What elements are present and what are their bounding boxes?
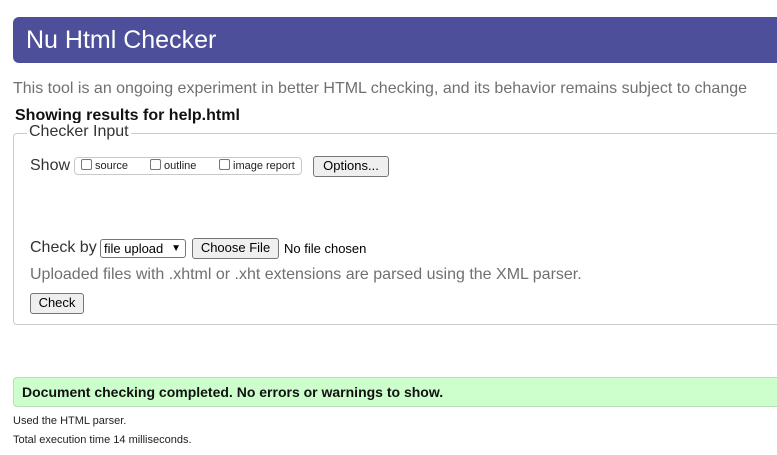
show-image-report-option[interactable]: image report bbox=[219, 159, 295, 172]
check-by-selected-value: file upload bbox=[104, 241, 164, 256]
execution-time-text: Total execution time 14 milliseconds. bbox=[13, 434, 192, 446]
chevron-down-icon: ▼ bbox=[171, 243, 181, 254]
app-header: Nu Html Checker bbox=[13, 17, 777, 63]
success-banner: Document checking completed. No errors o… bbox=[13, 377, 777, 407]
choose-file-button[interactable]: Choose File bbox=[192, 238, 279, 259]
outline-checkbox[interactable] bbox=[150, 159, 161, 170]
parser-used-text: Used the HTML parser. bbox=[13, 415, 127, 427]
options-button[interactable]: Options... bbox=[313, 156, 389, 177]
show-source-option[interactable]: source bbox=[81, 159, 128, 172]
image-report-checkbox[interactable] bbox=[219, 159, 230, 170]
show-outline-option[interactable]: outline bbox=[150, 159, 196, 172]
check-button[interactable]: Check bbox=[30, 293, 84, 314]
no-file-text: No file chosen bbox=[284, 241, 367, 256]
source-checkbox[interactable] bbox=[81, 159, 92, 170]
checker-input-legend: Checker Input bbox=[27, 123, 131, 141]
parser-note: Uploaded files with .xhtml or .xht exten… bbox=[30, 266, 582, 283]
app-title: Nu Html Checker bbox=[26, 26, 217, 54]
intro-text: This tool is an ongoing experiment in be… bbox=[13, 80, 748, 97]
check-by-label: Check by bbox=[30, 239, 97, 256]
image-report-label: image report bbox=[233, 160, 295, 172]
show-options-group: source outline image report bbox=[74, 157, 302, 175]
success-message: Document checking completed. No errors o… bbox=[22, 384, 444, 400]
show-label: Show bbox=[30, 157, 71, 174]
source-label: source bbox=[95, 160, 129, 172]
check-by-select[interactable]: file upload ▼ bbox=[100, 239, 186, 258]
outline-label: outline bbox=[164, 160, 197, 172]
